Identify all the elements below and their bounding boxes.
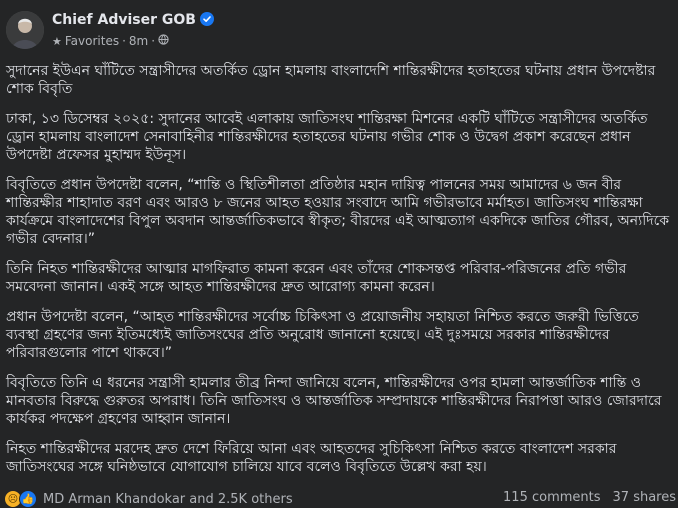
author-name[interactable]: Chief Adviser GOB bbox=[52, 12, 214, 30]
reactions-summary[interactable]: ☹ 👍 MD Arman Khandokar and 2.5K others bbox=[4, 490, 293, 508]
post-paragraph: তিনি নিহত শান্তিরক্ষীদের আত্মার মাগফিরাত… bbox=[6, 261, 627, 295]
post-paragraph: ঢাকা, ১৩ ডিসেম্বর ২০২৫: সুদানের আবেই এলা… bbox=[6, 111, 648, 163]
post-paragraph: নিহত শান্তিরক্ষীদের মরদেহ দ্রুত দেশে ফির… bbox=[6, 441, 617, 475]
shares-count[interactable]: 37 shares bbox=[613, 490, 676, 505]
globe-icon bbox=[158, 34, 169, 48]
separator-dot: · bbox=[122, 34, 126, 48]
audience-label[interactable]: Favorites bbox=[65, 34, 119, 48]
post-paragraph: বিবৃতিতে তিনি এ ধরনের সন্ত্রাসী হামলার ত… bbox=[6, 375, 662, 427]
post-paragraph: সুদানের ইউএন ঘাঁটিতে সন্ত্রাসীদের অতর্কি… bbox=[6, 63, 656, 97]
post-time[interactable]: 8m bbox=[129, 34, 148, 48]
post-body: সুদানের ইউএন ঘাঁটিতে সন্ত্রাসীদের অতর্কি… bbox=[6, 62, 672, 488]
post-paragraph: বিবৃতিতে প্রধান উপদেষ্টা বলেন, “শান্তি ও… bbox=[6, 177, 670, 247]
reactions-text[interactable]: MD Arman Khandokar and 2.5K others bbox=[43, 492, 293, 507]
post-paragraph: প্রধান উপদেষ্টা বলেন, “আহত শান্তিরক্ষীদে… bbox=[6, 309, 639, 361]
post-meta: ★ Favorites · 8m · bbox=[52, 34, 169, 48]
post-footer: ☹ 👍 MD Arman Khandokar and 2.5K others 1… bbox=[0, 488, 678, 508]
verified-badge-icon bbox=[199, 12, 214, 30]
separator-dot: · bbox=[151, 34, 156, 48]
avatar[interactable] bbox=[6, 11, 44, 49]
comments-count[interactable]: 115 comments bbox=[503, 490, 600, 505]
post-header: Chief Adviser GOB ★ Favorites · 8m · bbox=[0, 0, 678, 58]
star-icon: ★ bbox=[52, 34, 62, 48]
like-reaction-icon: 👍 bbox=[19, 490, 37, 508]
